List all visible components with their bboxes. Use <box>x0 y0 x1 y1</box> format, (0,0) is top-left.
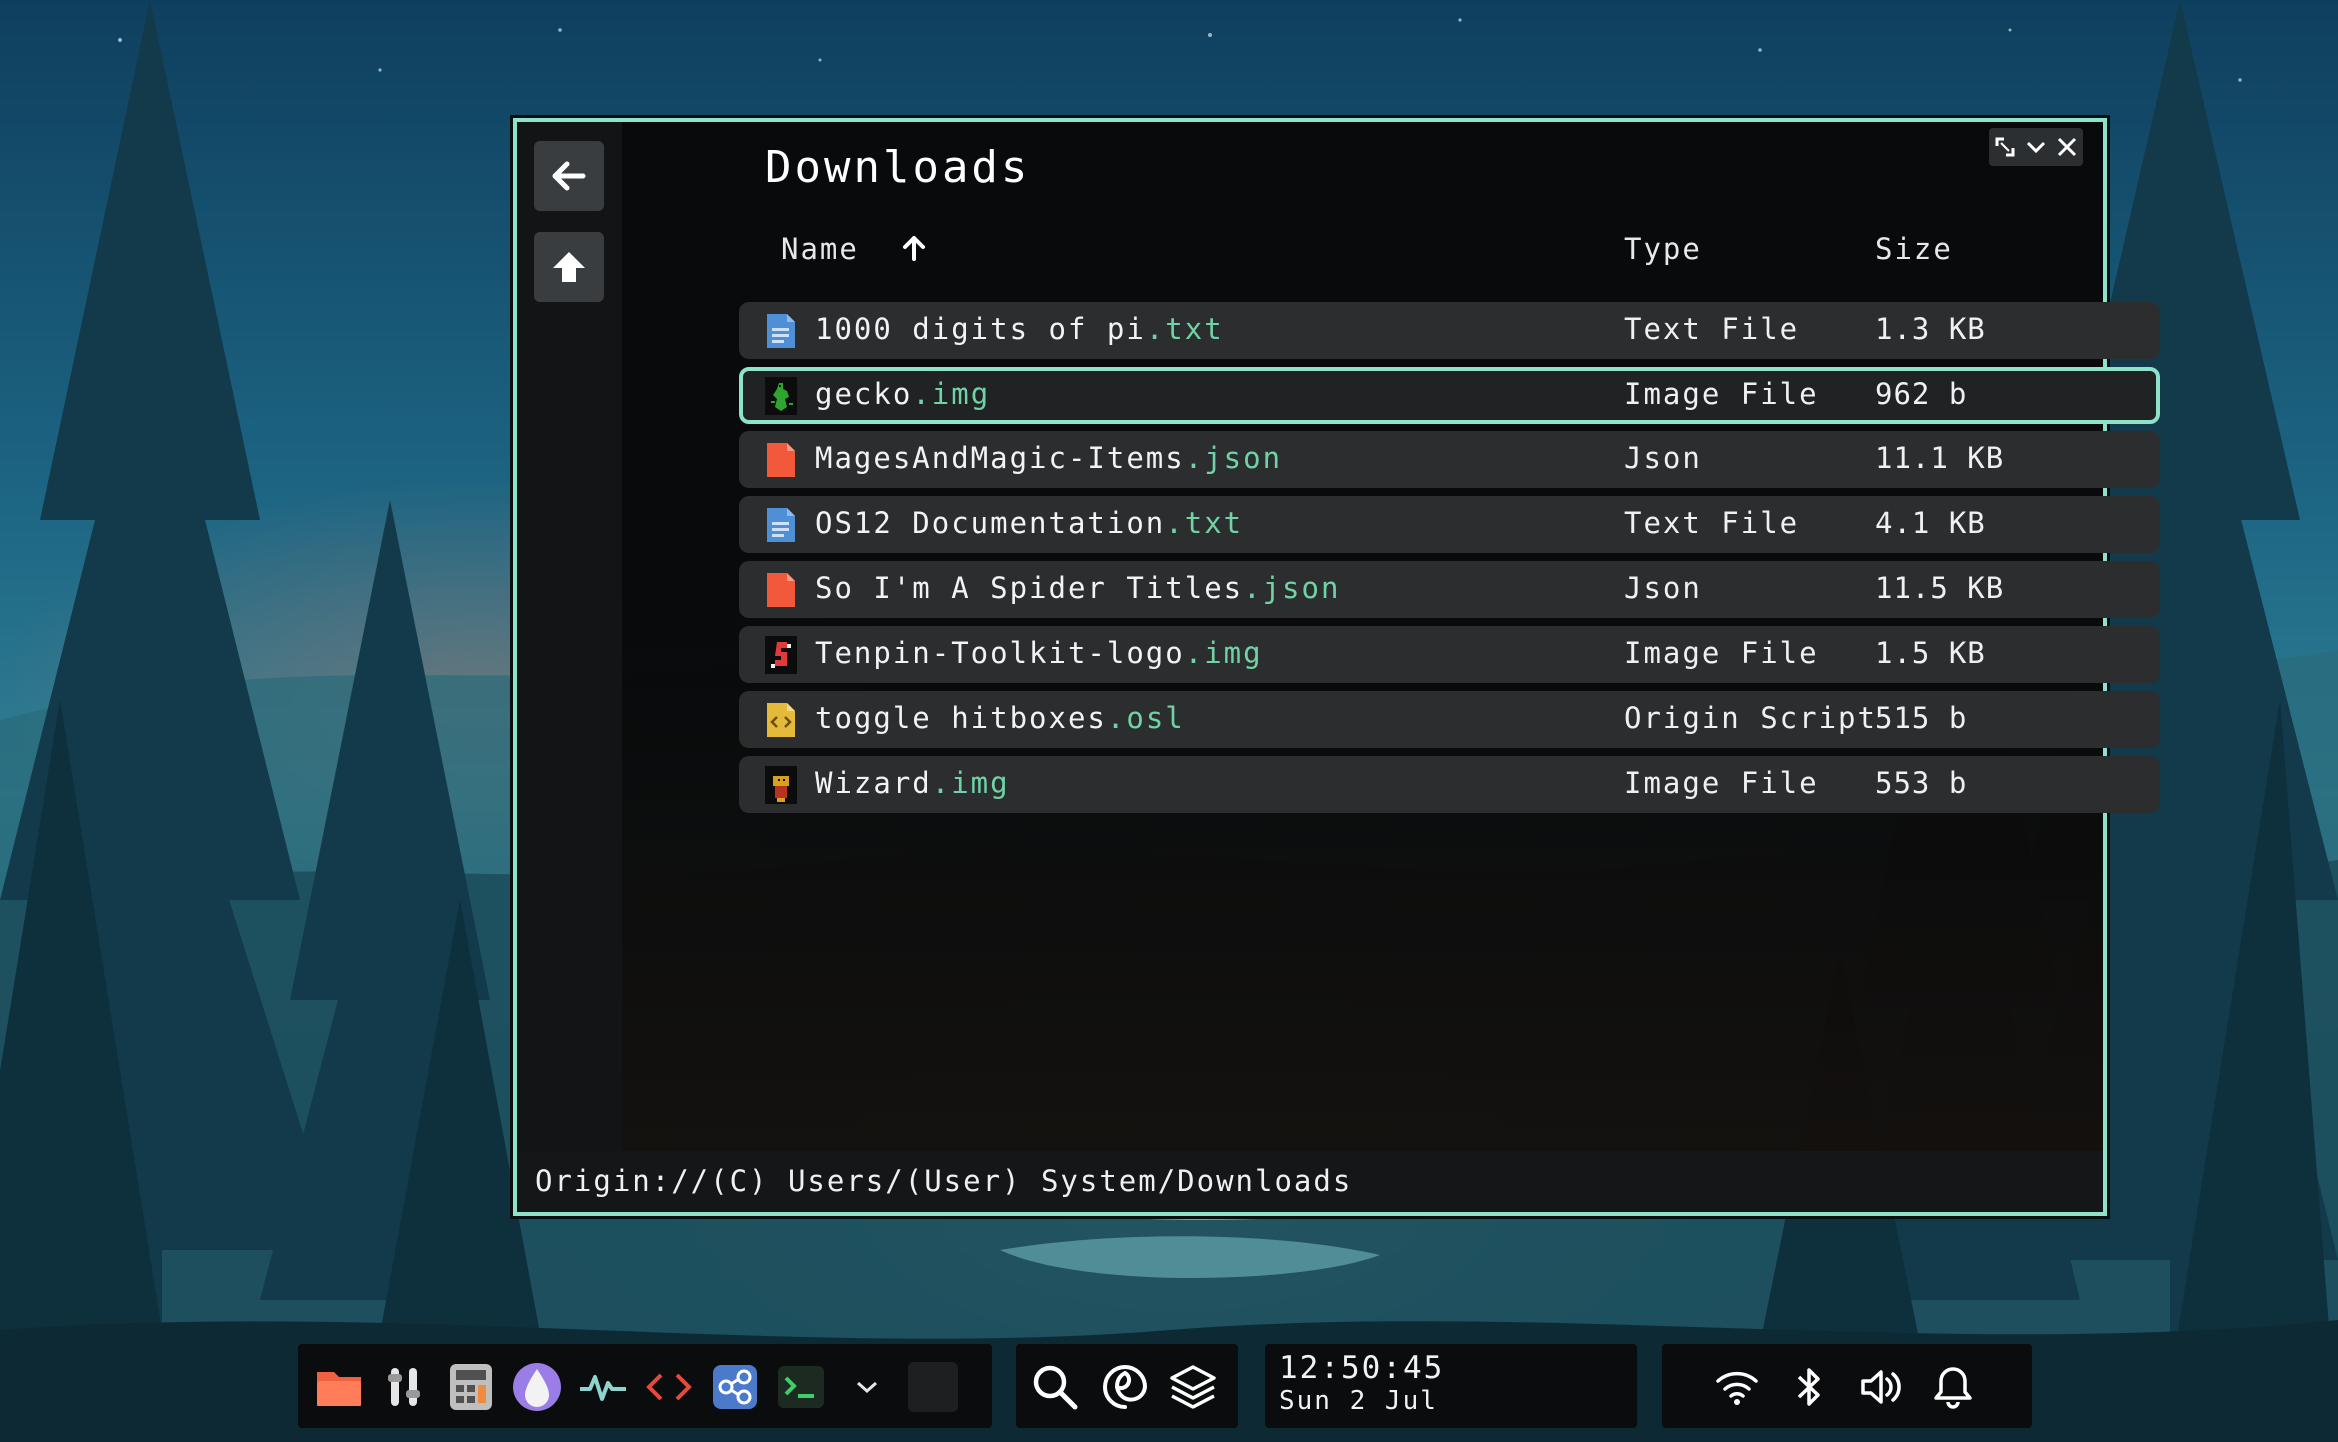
more-chevron-icon[interactable] <box>840 1360 894 1414</box>
window-controls <box>1989 128 2083 166</box>
clock-time: 12:50:45 <box>1279 1350 1445 1386</box>
gecko-image-icon <box>765 377 797 415</box>
tools-dock <box>1016 1344 1238 1428</box>
file-type: Json <box>1624 571 1702 605</box>
file-size: 1.3 KB <box>1875 312 1986 346</box>
file-name: gecko.img <box>815 377 991 411</box>
terminal-icon[interactable] <box>774 1360 828 1414</box>
file-row[interactable]: Tenpin-Toolkit-logo.img Image File 1.5 K… <box>739 626 2160 683</box>
file-name: Tenpin-Toolkit-logo.img <box>815 636 1263 670</box>
file-row[interactable]: 1000 digits of pi.txt Text File 1.3 KB <box>739 302 2160 359</box>
file-name: toggle hitboxes.osl <box>815 701 1185 735</box>
file-row[interactable]: OS12 Documentation.txt Text File 4.1 KB <box>739 496 2160 553</box>
file-type: Text File <box>1624 312 1800 346</box>
file-type: Image File <box>1624 636 1819 670</box>
file-size: 962 b <box>1875 377 1968 411</box>
clock-widget[interactable]: 12:50:45 Sun 2 Jul <box>1265 1344 1637 1428</box>
tenpin-image-icon <box>765 636 797 674</box>
file-name: OS12 Documentation.txt <box>815 506 1244 540</box>
column-header-size[interactable]: Size <box>1875 232 1953 266</box>
file-explorer-window: Downloads Name Type Size 1000 digits of … <box>510 115 2160 1219</box>
file-row[interactable]: toggle hitboxes.osl Origin Script 515 b <box>739 691 2160 748</box>
file-size: 553 b <box>1875 766 1968 800</box>
refresh-spiral-icon[interactable] <box>1098 1360 1152 1414</box>
sort-arrow-up-icon <box>903 236 926 261</box>
file-name: So I'm A Spider Titles.json <box>815 571 1341 605</box>
file-row[interactable]: Wizard.img Image File 553 b <box>739 756 2160 813</box>
minimize-chevron-icon[interactable] <box>2025 136 2047 158</box>
settings-sliders-icon[interactable] <box>378 1360 432 1414</box>
empty-slot <box>906 1360 960 1414</box>
file-size: 11.1 KB <box>1875 441 2005 475</box>
window-title: Downloads <box>765 142 1031 193</box>
app-dock <box>298 1344 992 1428</box>
file-size: 11.5 KB <box>1875 571 2005 605</box>
file-size: 515 b <box>1875 701 1968 735</box>
file-type: Origin Script <box>1624 701 1877 735</box>
file-row[interactable]: MagesAndMagic-Items.json Json 11.1 KB <box>739 431 2160 488</box>
file-name: Wizard.img <box>815 766 1010 800</box>
file-size: 4.1 KB <box>1875 506 1986 540</box>
volume-icon[interactable] <box>1854 1360 1908 1414</box>
arrow-up-home-icon <box>553 252 585 282</box>
activity-monitor-icon[interactable] <box>576 1360 630 1414</box>
back-button[interactable] <box>534 141 604 211</box>
close-icon[interactable] <box>2056 136 2078 158</box>
wifi-icon[interactable] <box>1710 1360 1764 1414</box>
bluetooth-icon[interactable] <box>1782 1360 1836 1414</box>
column-header-name[interactable]: Name <box>781 232 928 266</box>
file-row-selected[interactable]: gecko.img Image File 962 b <box>739 367 2160 424</box>
column-header-type[interactable]: Type <box>1624 232 1702 266</box>
file-type: Text File <box>1624 506 1800 540</box>
path-bar[interactable]: Origin://(C) Users/(User) System/Downloa… <box>517 1151 2103 1212</box>
calculator-icon[interactable] <box>444 1360 498 1414</box>
files-folder-icon[interactable] <box>312 1360 366 1414</box>
file-size: 1.5 KB <box>1875 636 1986 670</box>
code-editor-icon[interactable] <box>642 1360 696 1414</box>
file-name: 1000 digits of pi.txt <box>815 312 1224 346</box>
file-name: MagesAndMagic-Items.json <box>815 441 1283 475</box>
file-row[interactable]: So I'm A Spider Titles.json Json 11.5 KB <box>739 561 2160 618</box>
json-document-icon <box>767 443 795 477</box>
file-type: Image File <box>1624 377 1819 411</box>
file-list-panel: Downloads Name Type Size 1000 digits of … <box>622 122 2160 1152</box>
arrow-left-icon <box>552 161 586 191</box>
origin-droplet-icon[interactable] <box>510 1360 564 1414</box>
wizard-image-icon <box>765 766 797 804</box>
script-document-icon <box>767 703 795 737</box>
network-share-icon[interactable] <box>708 1360 762 1414</box>
parent-folder-button[interactable] <box>534 232 604 302</box>
notification-bell-icon[interactable] <box>1926 1360 1980 1414</box>
resize-icon[interactable] <box>1994 136 2016 158</box>
column-header-name-label: Name <box>781 232 859 266</box>
system-tray <box>1662 1344 2032 1428</box>
text-document-icon <box>767 508 795 542</box>
clock-date: Sun 2 Jul <box>1279 1386 1438 1416</box>
sidebar <box>517 122 622 1152</box>
json-document-icon <box>767 573 795 607</box>
file-type: Json <box>1624 441 1702 475</box>
layers-icon[interactable] <box>1166 1360 1220 1414</box>
search-icon[interactable] <box>1028 1360 1082 1414</box>
file-type: Image File <box>1624 766 1819 800</box>
text-document-icon <box>767 314 795 348</box>
